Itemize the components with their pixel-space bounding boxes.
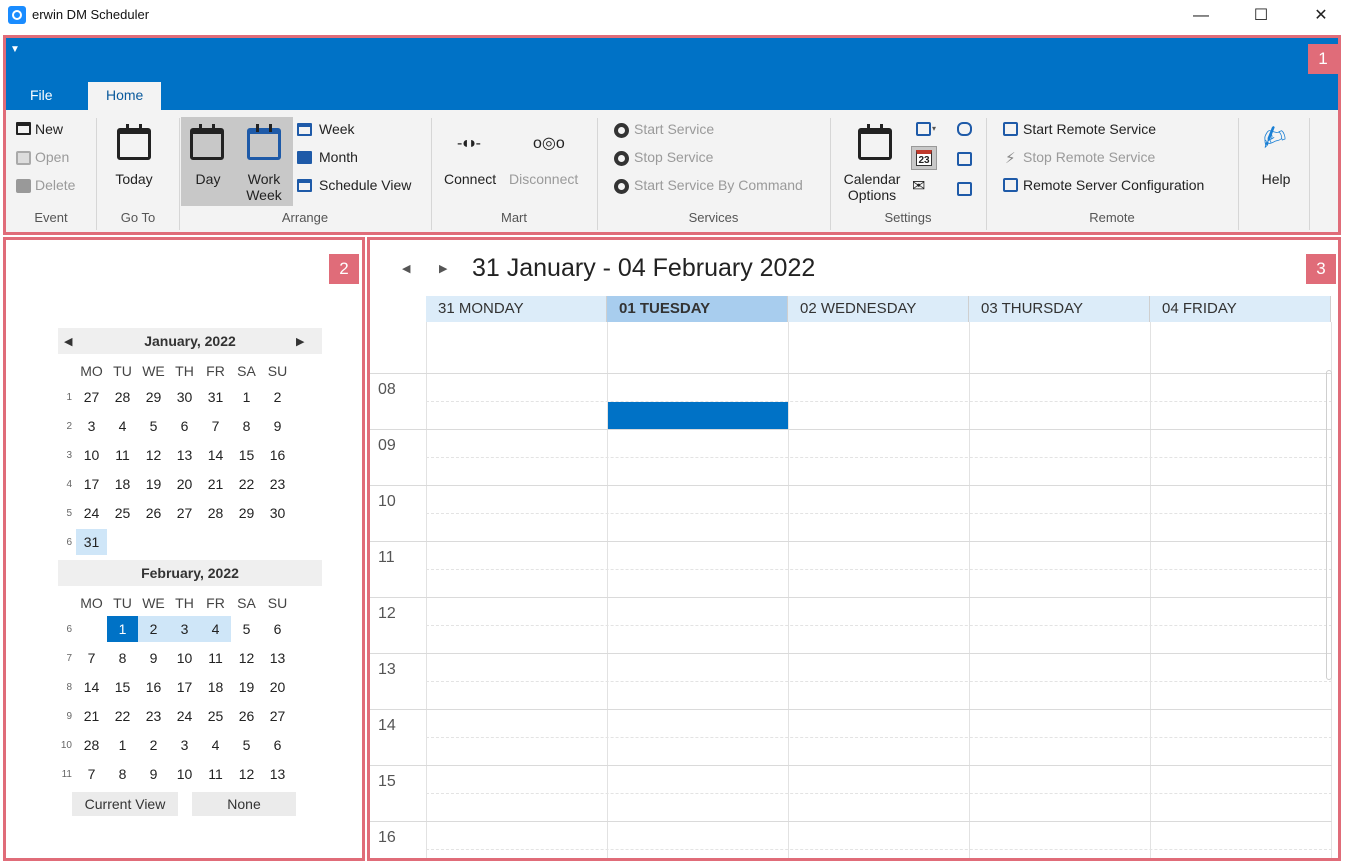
close-button[interactable]: ✕ (1306, 4, 1336, 28)
maximize-button[interactable]: ☐ (1246, 4, 1276, 28)
badge-2: 2 (329, 254, 359, 284)
app-logo-icon (8, 6, 26, 24)
title-bar: erwin DM Scheduler — ☐ ✕ (0, 0, 1345, 32)
ribbon-highlight-frame (3, 35, 1341, 235)
app-window: erwin DM Scheduler — ☐ ✕ ▼ File Home New… (0, 0, 1345, 864)
schedule-highlight-frame (367, 237, 1341, 861)
window-title: erwin DM Scheduler (32, 7, 150, 22)
badge-1: 1 (1308, 44, 1338, 74)
minimize-button[interactable]: — (1186, 4, 1216, 28)
navigator-highlight-frame (3, 237, 365, 861)
badge-3: 3 (1306, 254, 1336, 284)
